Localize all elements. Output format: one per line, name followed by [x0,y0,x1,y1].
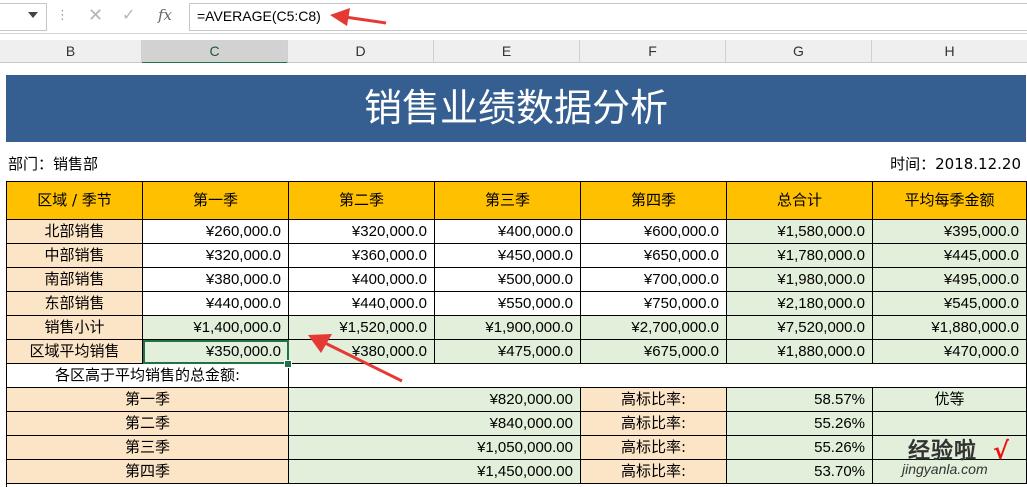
annotation-arrows [308,8,403,383]
checkmark-icon: √ [993,437,1010,465]
arrow-to-formula [330,8,387,26]
arrow-to-selected-cell [308,334,403,383]
watermark-logo: 经验啦 √ jingyanla.com [900,433,1025,485]
watermark-url: jingyanla.com [902,461,988,477]
